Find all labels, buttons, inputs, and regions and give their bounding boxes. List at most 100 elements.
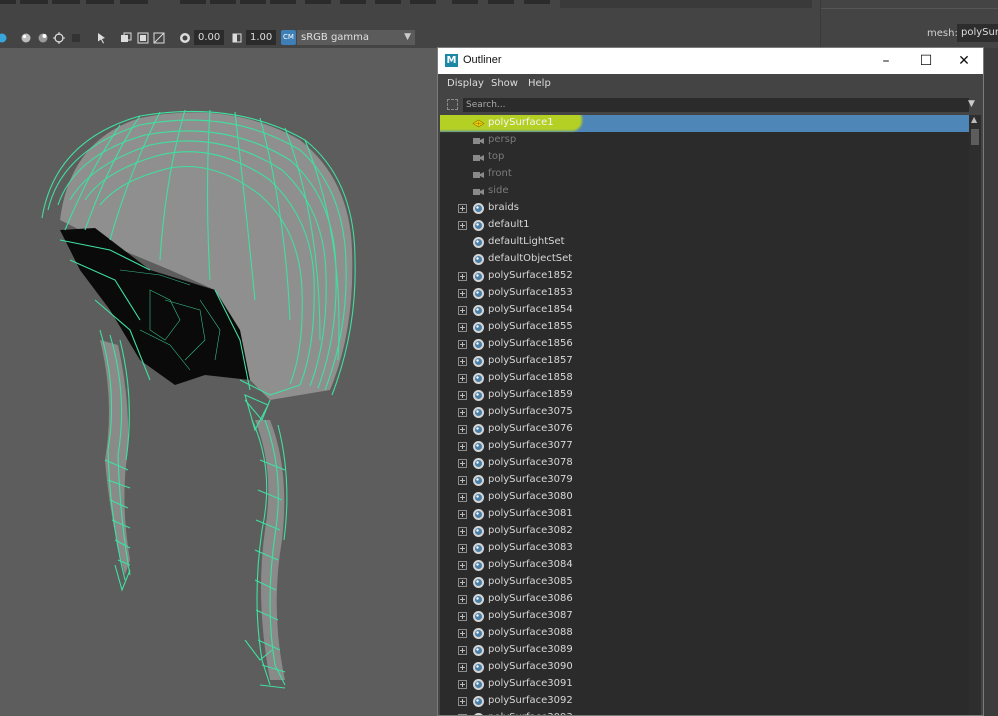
exposure-icon[interactable] xyxy=(179,32,191,44)
outliner-row[interactable]: defaultLightSet xyxy=(440,234,969,251)
expand-plus-icon[interactable] xyxy=(458,357,467,366)
xray-icon[interactable] xyxy=(70,32,82,44)
gamma-field[interactable]: 1.00 xyxy=(246,30,276,45)
outliner-row[interactable]: polySurface3081 xyxy=(440,506,969,523)
minimize-button[interactable]: – xyxy=(866,48,906,74)
outliner-row[interactable]: polySurface3086 xyxy=(440,591,969,608)
toolbar-slot[interactable] xyxy=(305,0,331,4)
shadow-sphere-icon[interactable] xyxy=(37,32,49,44)
toolbar-slot[interactable] xyxy=(120,0,148,4)
toolbar-slot[interactable] xyxy=(375,0,401,4)
expand-plus-icon[interactable] xyxy=(458,629,467,638)
expand-plus-icon[interactable] xyxy=(458,289,467,298)
toolbar-slot[interactable] xyxy=(0,0,16,4)
outliner-row[interactable]: braids xyxy=(440,200,969,217)
outliner-row[interactable]: polySurface3085 xyxy=(440,574,969,591)
toolbar-slot[interactable] xyxy=(524,0,550,4)
grid-toggle-icon[interactable] xyxy=(153,32,165,44)
expand-plus-icon[interactable] xyxy=(458,578,467,587)
outliner-row[interactable]: polySurface3093 xyxy=(440,710,969,715)
mesh-name-field[interactable]: polySurf xyxy=(957,24,998,42)
outliner-row[interactable]: polySurface1857 xyxy=(440,353,969,370)
toolbar-slot[interactable] xyxy=(240,0,266,4)
expand-plus-icon[interactable] xyxy=(458,714,467,715)
lighting-sphere-icon[interactable] xyxy=(20,32,32,44)
view-transform-select[interactable]: sRGB gamma ▼ xyxy=(297,30,415,45)
outliner-row[interactable]: polySurface3089 xyxy=(440,642,969,659)
outliner-row[interactable]: polySurface3088 xyxy=(440,625,969,642)
exposure-field[interactable]: 0.00 xyxy=(194,30,224,45)
toolbar-slot[interactable] xyxy=(340,0,366,4)
expand-plus-icon[interactable] xyxy=(458,493,467,502)
isolate-select-icon[interactable] xyxy=(53,32,65,44)
menu-display[interactable]: Display xyxy=(447,78,484,89)
3d-viewport[interactable] xyxy=(0,48,440,716)
outliner-row[interactable]: default1 xyxy=(440,217,969,234)
filter-icon[interactable] xyxy=(447,99,458,110)
toolbar-slot[interactable] xyxy=(410,0,436,4)
outliner-row[interactable]: polySurface3077 xyxy=(440,438,969,455)
expand-plus-icon[interactable] xyxy=(458,323,467,332)
menu-help[interactable]: Help xyxy=(528,78,551,89)
outliner-row[interactable]: polySurface1853 xyxy=(440,285,969,302)
outliner-row[interactable]: defaultObjectSet xyxy=(440,251,969,268)
outliner-row[interactable]: polySurface3076 xyxy=(440,421,969,438)
outliner-row[interactable]: front xyxy=(440,166,969,183)
outliner-row[interactable]: polySurface3079 xyxy=(440,472,969,489)
outliner-row[interactable]: polySurface1858 xyxy=(440,370,969,387)
color-management-icon[interactable]: CM xyxy=(281,30,296,45)
outliner-row[interactable]: polySurface3087 xyxy=(440,608,969,625)
expand-plus-icon[interactable] xyxy=(458,425,467,434)
toolbar-slot[interactable] xyxy=(52,0,80,4)
expand-plus-icon[interactable] xyxy=(458,527,467,536)
expand-plus-icon[interactable] xyxy=(458,221,467,230)
outliner-row[interactable]: polySurface1855 xyxy=(440,319,969,336)
outliner-row[interactable]: polySurface3092 xyxy=(440,693,969,710)
outliner-row[interactable]: top xyxy=(440,149,969,166)
outliner-row[interactable]: side xyxy=(440,183,969,200)
gamma-icon[interactable] xyxy=(231,32,243,44)
expand-plus-icon[interactable] xyxy=(458,391,467,400)
frame-all-icon[interactable] xyxy=(137,32,149,44)
expand-plus-icon[interactable] xyxy=(458,612,467,621)
toolbar-slot[interactable] xyxy=(180,0,206,4)
toolbar-slot[interactable] xyxy=(86,0,114,4)
close-button[interactable]: ✕ xyxy=(944,48,984,74)
chevron-down-icon[interactable]: ▼ xyxy=(968,99,975,109)
expand-plus-icon[interactable] xyxy=(458,374,467,383)
search-input[interactable] xyxy=(463,98,969,112)
select-cursor-icon[interactable] xyxy=(96,32,108,44)
outliner-tree[interactable]: polySurface1 persp top front side braids defau… xyxy=(440,115,969,715)
outliner-row[interactable]: polySurface1852 xyxy=(440,268,969,285)
expand-plus-icon[interactable] xyxy=(458,442,467,451)
expand-plus-icon[interactable] xyxy=(458,272,467,281)
outliner-row[interactable]: polySurface3082 xyxy=(440,523,969,540)
frame-icon[interactable] xyxy=(120,32,132,44)
expand-plus-icon[interactable] xyxy=(458,663,467,672)
outliner-row[interactable]: polySurface1 xyxy=(440,115,969,132)
outliner-row[interactable]: polySurface1859 xyxy=(440,387,969,404)
expand-plus-icon[interactable] xyxy=(458,697,467,706)
outliner-row[interactable]: polySurface3084 xyxy=(440,557,969,574)
outliner-row[interactable]: polySurface1854 xyxy=(440,302,969,319)
expand-plus-icon[interactable] xyxy=(458,408,467,417)
expand-plus-icon[interactable] xyxy=(458,544,467,553)
hair-wireframe-model[interactable] xyxy=(0,48,440,716)
expand-plus-icon[interactable] xyxy=(458,459,467,468)
toolbar-slot[interactable] xyxy=(452,0,478,4)
expand-plus-icon[interactable] xyxy=(458,204,467,213)
expand-plus-icon[interactable] xyxy=(458,646,467,655)
menu-show[interactable]: Show xyxy=(491,78,518,89)
toolbar-slot[interactable] xyxy=(20,0,48,4)
toolbar-slot[interactable] xyxy=(210,0,236,4)
expand-plus-icon[interactable] xyxy=(458,595,467,604)
expand-plus-icon[interactable] xyxy=(458,561,467,570)
expand-plus-icon[interactable] xyxy=(458,680,467,689)
expand-plus-icon[interactable] xyxy=(458,510,467,519)
outliner-row[interactable]: polySurface1856 xyxy=(440,336,969,353)
outliner-titlebar[interactable]: M Outliner – ☐ ✕ xyxy=(438,48,983,74)
scroll-up-icon[interactable]: ▲ xyxy=(971,115,977,124)
shading-sphere-icon[interactable] xyxy=(0,32,8,44)
expand-plus-icon[interactable] xyxy=(458,306,467,315)
toolbar-slot[interactable] xyxy=(488,0,514,4)
